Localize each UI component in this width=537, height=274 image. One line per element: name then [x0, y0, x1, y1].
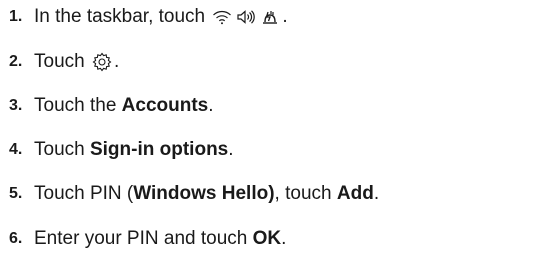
- step-text-before: In the taskbar, touch: [34, 6, 211, 27]
- step-1: 1. In the taskbar, touch .: [9, 2, 288, 32]
- step-text: Touch Sign-in options .: [34, 139, 234, 161]
- step-text: In the taskbar, touch .: [34, 6, 288, 28]
- wifi-icon: [212, 9, 232, 25]
- step-text-after: .: [282, 6, 288, 27]
- step-text-before: Touch PIN (: [34, 183, 134, 204]
- add-label: Add: [336, 183, 374, 204]
- step-text-middle: , touch: [274, 183, 337, 204]
- step-number: 5.: [9, 185, 23, 202]
- step-number: 4.: [9, 141, 23, 158]
- step-text-before: Touch the: [34, 95, 122, 116]
- step-text: Touch .: [34, 51, 119, 73]
- step-text-after: .: [373, 183, 380, 204]
- windows-hello-label: Windows Hello): [133, 183, 275, 204]
- battery-charging-icon: [260, 9, 280, 25]
- step-6: 6. Enter your PIN and touch OK .: [9, 224, 286, 254]
- step-number: 6.: [9, 230, 23, 247]
- instruction-steps: 1. In the taskbar, touch . 2. Touch . 3.…: [0, 0, 537, 274]
- step-text-after: .: [208, 95, 214, 116]
- step-text-after: .: [113, 51, 120, 72]
- step-text-after: .: [228, 139, 234, 160]
- step-text: Touch the Accounts .: [34, 95, 214, 117]
- step-4: 4. Touch Sign-in options .: [9, 135, 234, 165]
- step-text-before: Touch: [34, 139, 90, 160]
- step-text-before: Enter your PIN and touch: [34, 228, 253, 249]
- step-number: 2.: [9, 53, 23, 70]
- gear-icon: [92, 52, 112, 72]
- step-text-after: .: [281, 228, 287, 249]
- ok-label: OK: [252, 228, 282, 249]
- accounts-label: Accounts: [121, 95, 209, 116]
- step-5: 5. Touch PIN ( Windows Hello) , touch Ad…: [9, 179, 379, 209]
- speaker-volume-icon: [236, 9, 256, 25]
- sign-in-options-label: Sign-in options: [89, 139, 229, 160]
- step-text: Touch PIN ( Windows Hello) , touch Add .: [34, 183, 379, 205]
- step-3: 3. Touch the Accounts .: [9, 91, 214, 121]
- step-number: 1.: [9, 8, 23, 25]
- step-number: 3.: [9, 97, 23, 114]
- step-text: Enter your PIN and touch OK .: [34, 228, 286, 250]
- step-2: 2. Touch .: [9, 47, 119, 77]
- step-text-before: Touch: [34, 51, 90, 72]
